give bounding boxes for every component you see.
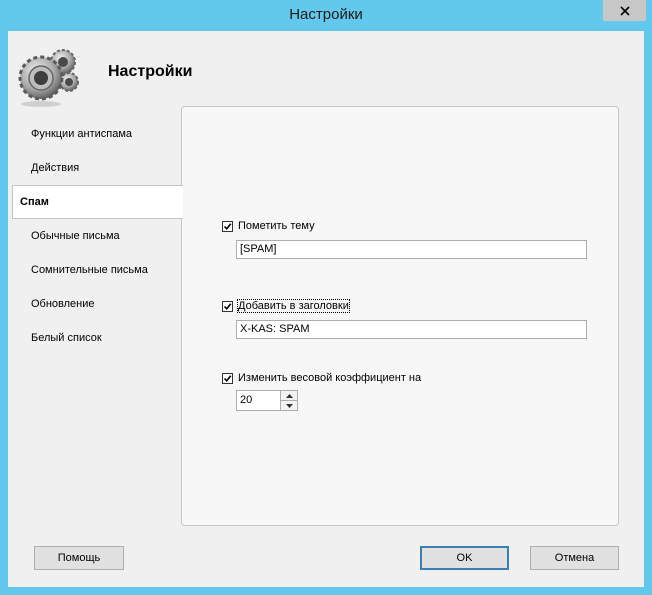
spin-down-button[interactable] (281, 401, 297, 410)
window-title: Настройки (289, 6, 363, 23)
nav-item-spam[interactable]: Спам (12, 185, 183, 219)
spam-settings-panel: Пометить тему [SPAM] Добавить в заголовк… (181, 106, 619, 526)
settings-nav: Функции антиспама Действия Спам Обычные … (12, 117, 183, 355)
checkmark-icon (223, 374, 232, 382)
subject-tag-input[interactable]: [SPAM] (236, 240, 587, 259)
gears-icon (18, 49, 79, 107)
weight-value[interactable]: 20 (240, 394, 252, 406)
nav-item-antispam-functions[interactable]: Функции антиспама (12, 117, 182, 151)
header-value-input[interactable]: X-KAS: SPAM (236, 320, 587, 339)
change-weight-checkbox[interactable] (222, 372, 233, 384)
settings-window: Настройки Настройки Функции антиспама Де… (0, 0, 652, 595)
change-weight-label: Изменить весовой коэффициент на (238, 372, 422, 384)
header-title: Настройки (108, 63, 193, 80)
nav-item-update[interactable]: Обновление (12, 287, 182, 321)
checkmark-icon (223, 302, 232, 310)
nav-item-whitelist[interactable]: Белый список (12, 321, 182, 355)
close-icon (619, 5, 630, 16)
client-area: Настройки Функции антиспама Действия Спа… (8, 31, 644, 587)
add-header-checkbox[interactable] (222, 300, 233, 312)
nav-item-label: Функции антиспама (31, 128, 133, 140)
checkmark-icon (223, 222, 232, 230)
help-button[interactable]: Помощь (34, 546, 124, 570)
nav-item-label: Спам (20, 196, 49, 208)
nav-item-label: Сомнительные письма (31, 264, 148, 276)
spin-buttons (280, 391, 297, 410)
cancel-button[interactable]: Отмена (530, 546, 619, 570)
title-bar[interactable]: Настройки (0, 0, 652, 30)
change-weight-option[interactable]: Изменить весовой коэффициент на (222, 372, 421, 384)
nav-item-normal-mail[interactable]: Обычные письма (12, 219, 182, 253)
mark-subject-label: Пометить тему (238, 220, 315, 232)
nav-item-label: Обычные письма (31, 230, 120, 242)
mark-subject-checkbox[interactable] (222, 220, 233, 232)
nav-item-label: Обновление (31, 298, 95, 310)
nav-item-label: Белый список (31, 332, 102, 344)
mark-subject-option[interactable]: Пометить тему (222, 220, 315, 232)
add-header-label: Добавить в заголовки (237, 299, 350, 313)
add-header-option[interactable]: Добавить в заголовки (222, 299, 350, 313)
arrow-up-icon (285, 393, 293, 398)
ok-button[interactable]: OK (420, 546, 509, 570)
nav-item-actions[interactable]: Действия (12, 151, 182, 185)
nav-item-label: Действия (31, 162, 80, 174)
weight-spinbox[interactable]: 20 (236, 390, 298, 411)
spin-up-button[interactable] (281, 391, 297, 401)
nav-item-suspicious-mail[interactable]: Сомнительные письма (12, 253, 182, 287)
close-button[interactable] (603, 0, 646, 21)
arrow-down-icon (285, 403, 293, 408)
